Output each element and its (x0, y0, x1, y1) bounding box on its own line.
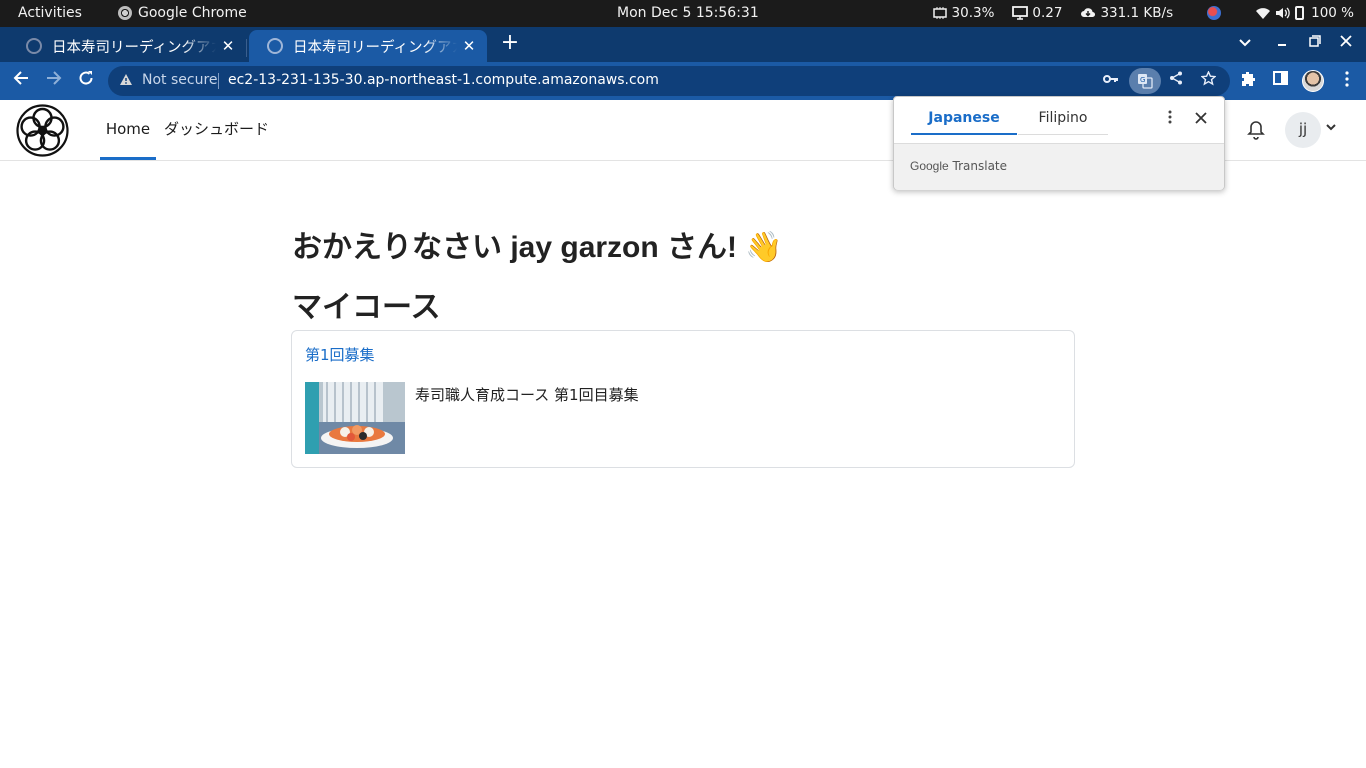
nav-dashboard[interactable]: ダッシュボード (164, 100, 269, 160)
not-secure-label[interactable]: Not secure (142, 72, 218, 88)
bookmark-star-icon[interactable] (1197, 70, 1219, 91)
app-menu[interactable]: Google Chrome (118, 5, 247, 21)
course-title[interactable]: 寿司職人育成コース 第1回目募集 (415, 384, 639, 405)
my-courses-heading: マイコース (292, 291, 441, 324)
translate-footer: Google Translate (894, 144, 1224, 190)
battery-icon (1295, 6, 1307, 20)
minimize-icon[interactable] (1270, 31, 1294, 55)
app-indicator-icon[interactable] (1207, 6, 1222, 20)
share-icon[interactable] (1165, 71, 1187, 91)
welcome-heading: おかえりなさい jay garzon さん! 👋 (292, 231, 783, 264)
tab-title: 日本寿司リーディングアカ (52, 39, 216, 56)
svg-text:G: G (1140, 76, 1145, 84)
browser-tab[interactable]: 日本寿司リーディングアカ ✕ (8, 30, 246, 62)
translate-wordmark: Translate (952, 159, 1008, 173)
cloud-download-icon (1081, 8, 1096, 18)
new-tab-button[interactable]: + (498, 31, 522, 57)
back-icon[interactable] (8, 68, 34, 94)
google-wordmark: Google (910, 159, 949, 173)
key-icon[interactable] (1100, 71, 1122, 91)
user-avatar[interactable]: jj (1285, 112, 1321, 148)
chrome-menu-icon[interactable] (1337, 71, 1357, 91)
restore-icon[interactable] (1303, 31, 1327, 55)
app-name: Google Chrome (138, 5, 247, 21)
browser-tab-active[interactable]: 日本寿司リーディングアカ ✕ (249, 30, 487, 62)
browser-profile-avatar[interactable] (1302, 70, 1324, 92)
forward-icon[interactable] (41, 68, 67, 94)
chevron-down-icon[interactable] (1326, 120, 1336, 134)
course-thumbnail[interactable] (305, 382, 405, 454)
site-favicon (267, 38, 283, 54)
os-top-bar: Activities Google Chrome Mon Dec 5 15:56… (0, 0, 1366, 27)
close-tab-icon[interactable]: ✕ (461, 37, 477, 55)
warning-icon[interactable] (119, 73, 133, 90)
close-icon[interactable] (1192, 108, 1210, 129)
tab-source-language[interactable]: Japanese (911, 110, 1017, 135)
load-value: 0.27 (1032, 5, 1063, 21)
more-options-icon[interactable] (1162, 110, 1178, 128)
translate-language-tabs: Japanese Filipino (894, 97, 1224, 144)
translate-icon[interactable]: G (1129, 68, 1161, 94)
course-cohort-link[interactable]: 第1回募集 (305, 344, 375, 365)
address-bar[interactable]: Not secure ec2-13-231-135-30.ap-northeas… (108, 66, 1230, 96)
network-value: 331.1 KB/s (1100, 5, 1174, 21)
volume-icon (1276, 7, 1290, 19)
course-card: 第1回募集 寿司職人育成コース 第1回目募集 (291, 330, 1075, 468)
extensions-icon[interactable] (1238, 71, 1258, 91)
activities-button[interactable]: Activities (18, 5, 82, 21)
close-window-icon[interactable] (1334, 31, 1358, 55)
cpu-value: 30.3% (951, 5, 995, 21)
site-logo[interactable] (16, 104, 69, 157)
system-tray[interactable]: 30.3% 0.27 331.1 KB/s 100 % (932, 5, 1354, 21)
tab-search-icon[interactable] (1233, 31, 1257, 55)
side-panel-icon[interactable] (1270, 71, 1290, 91)
omnibox-divider (218, 73, 219, 89)
cpu-icon (932, 7, 947, 19)
wifi-icon (1256, 8, 1271, 19)
browser-toolbar: Not secure ec2-13-231-135-30.ap-northeas… (0, 62, 1366, 100)
url-text[interactable]: ec2-13-231-135-30.ap-northeast-1.compute… (228, 72, 659, 88)
site-favicon (26, 38, 42, 54)
clock[interactable]: Mon Dec 5 15:56:31 (617, 5, 759, 21)
web-page: Home ダッシュボード jj おかえりなさい jay garzon さん! 👋… (0, 100, 1366, 768)
chrome-icon (118, 6, 132, 20)
google-translate-brand: Google Translate (910, 159, 1007, 173)
tab-strip: 日本寿司リーディングアカ ✕ 日本寿司リーディングアカ ✕ (0, 27, 1366, 62)
tab-target-language[interactable]: Filipino (1018, 110, 1108, 135)
bell-icon[interactable] (1246, 120, 1266, 140)
battery-value: 100 % (1311, 5, 1354, 21)
reload-icon[interactable] (73, 68, 99, 94)
monitor-icon (1012, 6, 1029, 20)
tab-separator (246, 39, 247, 57)
nav-home[interactable]: Home (100, 100, 156, 160)
tab-title: 日本寿司リーディングアカ (293, 39, 457, 56)
close-tab-icon[interactable]: ✕ (220, 37, 236, 55)
translate-popup: Japanese Filipino Google Translate (893, 96, 1225, 190)
